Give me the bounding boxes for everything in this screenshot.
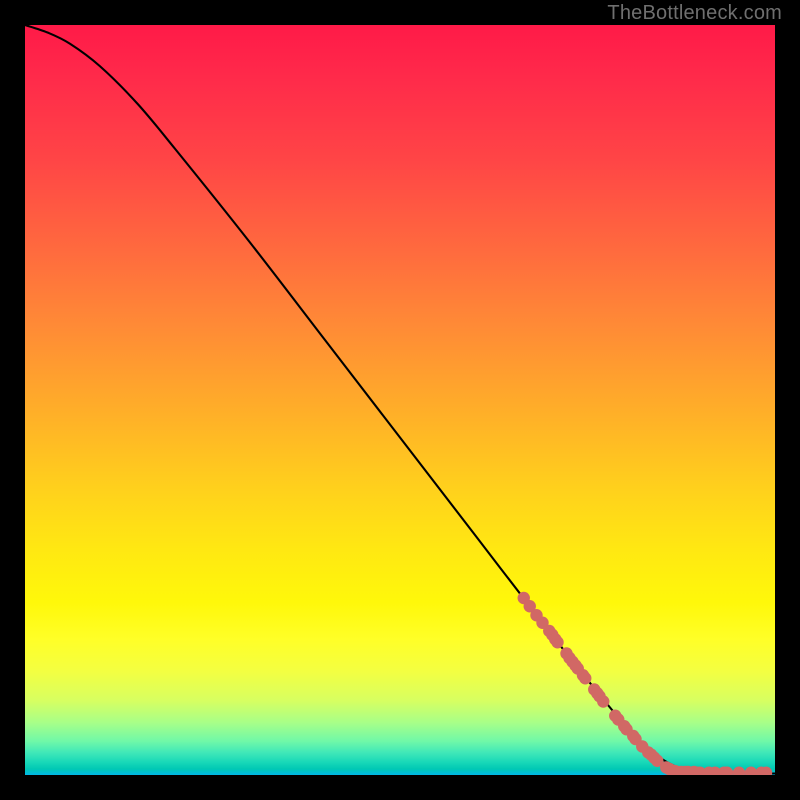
scatter-markers — [518, 592, 773, 775]
scatter-point — [597, 695, 609, 707]
plot-area — [25, 25, 775, 775]
bottleneck-curve — [25, 25, 775, 774]
scatter-point — [579, 672, 591, 684]
scatter-point — [733, 767, 745, 775]
attribution-label: TheBottleneck.com — [607, 2, 782, 25]
scatter-point — [551, 636, 563, 648]
chart-frame: TheBottleneck.com — [0, 0, 800, 800]
scatter-point — [745, 767, 757, 775]
chart-overlay — [25, 25, 775, 775]
